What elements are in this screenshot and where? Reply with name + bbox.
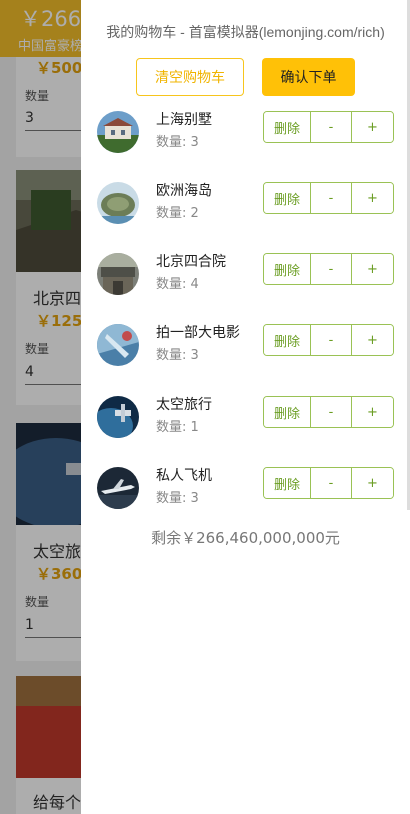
cart-item: 上海别墅 数量: 3 删除 - + bbox=[81, 111, 410, 161]
island-image bbox=[97, 182, 139, 224]
cart-item: 北京四合院 数量: 4 删除 - + bbox=[81, 253, 410, 303]
delete-button[interactable]: 删除 bbox=[264, 183, 311, 213]
delete-button[interactable]: 删除 bbox=[264, 468, 311, 498]
delete-button[interactable]: 删除 bbox=[264, 397, 311, 427]
cart-drawer: 我的购物车 - 首富模拟器(lemonjing.com/rich) 清空购物车 … bbox=[81, 0, 410, 814]
item-quantity: 数量: 4 bbox=[156, 277, 199, 292]
item-quantity: 数量: 3 bbox=[156, 135, 199, 150]
increase-button[interactable]: + bbox=[352, 325, 393, 355]
courtyard-image bbox=[97, 253, 139, 295]
item-name: 上海别墅 bbox=[156, 112, 212, 128]
increase-button[interactable]: + bbox=[352, 397, 393, 427]
cart-title: 我的购物车 - 首富模拟器(lemonjing.com/rich) bbox=[106, 24, 385, 40]
item-quantity: 数量: 2 bbox=[156, 206, 199, 221]
increase-button[interactable]: + bbox=[352, 468, 393, 498]
decrease-button[interactable]: - bbox=[311, 468, 352, 498]
cart-item: 太空旅行 数量: 1 删除 - + bbox=[81, 396, 410, 446]
delete-button[interactable]: 删除 bbox=[264, 112, 311, 142]
increase-button[interactable]: + bbox=[352, 183, 393, 213]
item-actions: 删除 - + bbox=[263, 396, 394, 428]
cart-item: 私人飞机 数量: 3 删除 - + bbox=[81, 467, 410, 517]
cart-item: 欧洲海岛 数量: 2 删除 - + bbox=[81, 182, 410, 232]
item-name: 私人飞机 bbox=[156, 468, 212, 484]
clear-cart-button[interactable]: 清空购物车 bbox=[136, 58, 244, 96]
item-actions: 删除 - + bbox=[263, 467, 394, 499]
villa-image bbox=[97, 111, 139, 153]
decrease-button[interactable]: - bbox=[311, 183, 352, 213]
item-name: 北京四合院 bbox=[156, 254, 226, 270]
remaining-balance: 剩余￥266,460,000,000元 bbox=[151, 529, 340, 547]
space-image bbox=[97, 396, 139, 438]
item-quantity: 数量: 1 bbox=[156, 420, 199, 435]
item-actions: 删除 - + bbox=[263, 324, 394, 356]
delete-button[interactable]: 删除 bbox=[264, 325, 311, 355]
item-name: 拍一部大电影 bbox=[156, 325, 240, 341]
decrease-button[interactable]: - bbox=[311, 254, 352, 284]
item-actions: 删除 - + bbox=[263, 111, 394, 143]
decrease-button[interactable]: - bbox=[311, 397, 352, 427]
item-name: 欧洲海岛 bbox=[156, 183, 212, 199]
item-actions: 删除 - + bbox=[263, 182, 394, 214]
item-quantity: 数量: 3 bbox=[156, 491, 199, 506]
item-quantity: 数量: 3 bbox=[156, 348, 199, 363]
cart-item: 拍一部大电影 数量: 3 删除 - + bbox=[81, 324, 410, 374]
decrease-button[interactable]: - bbox=[311, 112, 352, 142]
item-name: 太空旅行 bbox=[156, 397, 212, 413]
jet-image bbox=[97, 467, 139, 509]
decrease-button[interactable]: - bbox=[311, 325, 352, 355]
item-actions: 删除 - + bbox=[263, 253, 394, 285]
increase-button[interactable]: + bbox=[352, 112, 393, 142]
increase-button[interactable]: + bbox=[352, 254, 393, 284]
confirm-order-button[interactable]: 确认下单 bbox=[262, 58, 355, 96]
delete-button[interactable]: 删除 bbox=[264, 254, 311, 284]
movie-image bbox=[97, 324, 139, 366]
